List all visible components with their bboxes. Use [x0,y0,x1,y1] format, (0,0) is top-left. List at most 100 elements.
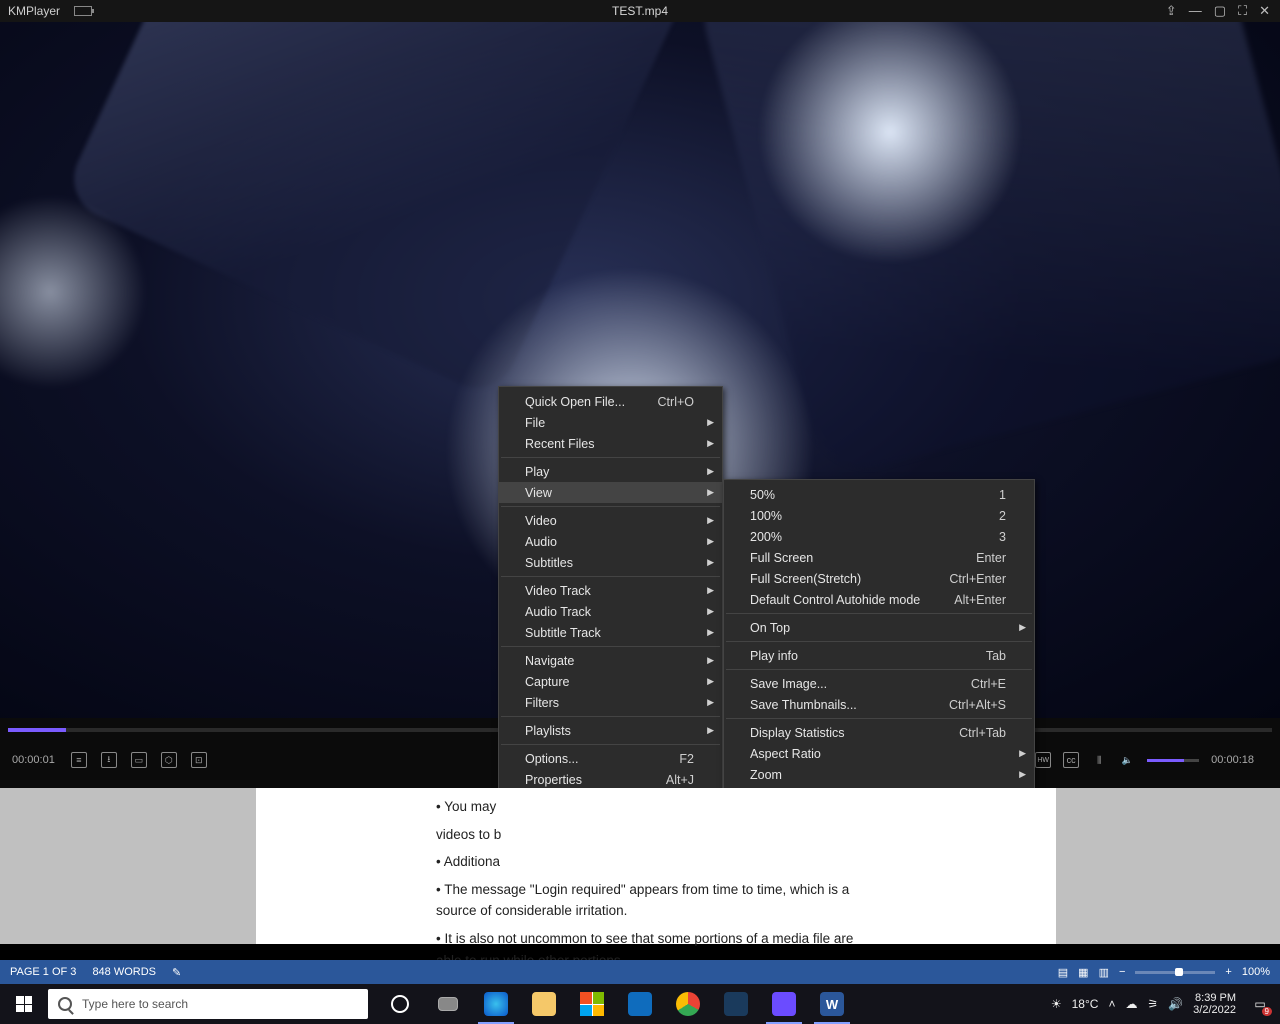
context-menu-item-options[interactable]: Options...F2 [499,748,722,769]
taskbar-chrome[interactable] [664,984,712,1024]
taskbar-store[interactable] [568,984,616,1024]
tray-expand-icon[interactable]: ˄ [1108,997,1115,1011]
cortana-icon[interactable] [376,984,424,1024]
snapshot-icon[interactable]: ⊡ [191,752,207,768]
view-submenu-item-save-image[interactable]: Save Image... Ctrl+E [724,673,1034,694]
maximize-button[interactable]: ▢ [1214,3,1226,19]
download-icon[interactable]: ⭳ [101,752,117,768]
menu-item-label: Play info [750,649,958,663]
taskbar-app-1[interactable] [712,984,760,1024]
submenu-arrow-icon: ▶ [707,627,714,638]
weather-icon[interactable]: ☀ [1051,997,1062,1011]
submenu-arrow-icon: ▶ [707,438,714,449]
taskbar-kmplayer[interactable] [760,984,808,1024]
menu-separator [501,646,720,647]
current-time: 00:00:01 [12,754,55,766]
menu-item-label: Save Image... [750,677,943,691]
zoom-out-button[interactable]: − [1119,966,1125,978]
zoom-in-button[interactable]: + [1225,966,1231,978]
view-submenu-item-display-statistics[interactable]: Display Statistics Ctrl+Tab [724,722,1034,743]
context-menu-item-navigate[interactable]: Navigate▶ [499,650,722,671]
view-submenu-item-aspect-ratio[interactable]: Aspect Ratio▶ [724,743,1034,764]
vr-icon[interactable]: ▭ [131,752,147,768]
context-menu-item-capture[interactable]: Capture▶ [499,671,722,692]
view-submenu-item-full-screen-stretch[interactable]: Full Screen(Stretch)Ctrl+Enter [724,568,1034,589]
context-menu-item-video[interactable]: Video▶ [499,510,722,531]
start-button[interactable] [0,984,48,1024]
menu-item-shortcut: Ctrl+Alt+S [949,698,1006,712]
word-count[interactable]: 848 WORDS [92,966,156,978]
wifi-icon[interactable]: ⚞ [1147,997,1158,1011]
taskbar-clock[interactable]: 8:39 PM 3/2/2022 [1193,992,1236,1016]
view-submenu-item-default-control-autohide-mode[interactable]: Default Control Autohide modeAlt+Enter [724,589,1034,610]
context-menu-item-video-track[interactable]: Video Track▶ [499,580,722,601]
codec-icon[interactable]: ⬡ [161,752,177,768]
word-status-bar: PAGE 1 OF 3 848 WORDS ✎ ▤ ▦ ▥ − + 100% [0,960,1280,984]
view-submenu-item-100[interactable]: 100%2 [724,505,1034,526]
context-menu-item-play[interactable]: Play▶ [499,461,722,482]
context-menu-item-quick-open-file[interactable]: Quick Open File...Ctrl+O [499,391,722,412]
taskbar-mail[interactable] [616,984,664,1024]
menu-item-label: Quick Open File... [525,395,630,409]
playlist-icon[interactable]: ≡ [71,752,87,768]
view-submenu-item-on-top[interactable]: On Top▶ [724,617,1034,638]
pin-icon[interactable]: ⇪ [1166,3,1177,19]
menu-item-label: Display Statistics [750,726,931,740]
view-submenu-item-full-screen[interactable]: Full ScreenEnter [724,547,1034,568]
menu-item-shortcut: Ctrl+E [971,677,1006,691]
web-layout-icon[interactable]: ▥ [1099,966,1109,979]
page-count[interactable]: PAGE 1 OF 3 [10,966,76,978]
windows-taskbar: Type here to search W ☀ 18°C ˄ ☁ ⚞ 🔊 8:3… [0,984,1280,1024]
taskbar-edge[interactable] [472,984,520,1024]
word-page: • You may videos to b • Additiona • The … [256,788,1056,944]
read-mode-icon[interactable]: ▤ [1058,966,1068,979]
spellcheck-icon[interactable]: ✎ [172,966,181,979]
menu-item-label: Full Screen [750,551,948,565]
submenu-arrow-icon: ▶ [707,606,714,617]
context-menu-item-file[interactable]: File▶ [499,412,722,433]
mute-icon[interactable]: 🔈 [1119,752,1135,768]
menu-item-label: Properties [525,773,638,787]
menu-item-shortcut: Ctrl+Tab [959,726,1006,740]
menu-separator [726,718,1032,719]
view-submenu-item-200[interactable]: 200%3 [724,526,1034,547]
context-menu-item-audio-track[interactable]: Audio Track▶ [499,601,722,622]
context-menu-item-properties[interactable]: PropertiesAlt+J [499,769,722,790]
fullscreen-button[interactable]: ⛶ [1238,3,1247,19]
context-menu-item-playlists[interactable]: Playlists▶ [499,720,722,741]
notifications-icon[interactable]: ▭9 [1246,990,1274,1018]
taskbar-word[interactable]: W [808,984,856,1024]
menu-item-label: Options... [525,752,651,766]
taskbar-search[interactable]: Type here to search [48,989,368,1019]
zoom-level[interactable]: 100% [1242,966,1270,978]
submenu-arrow-icon: ▶ [707,676,714,687]
view-submenu-item-save-thumbnails[interactable]: Save Thumbnails...Ctrl+Alt+S [724,694,1034,715]
context-menu-item-subtitle-track[interactable]: Subtitle Track▶ [499,622,722,643]
menu-item-label: Default Control Autohide mode [750,593,926,607]
context-menu-item-subtitles[interactable]: Subtitles▶ [499,552,722,573]
view-submenu-item-50[interactable]: 50%1 [724,484,1034,505]
view-submenu-item-zoom[interactable]: Zoom▶ [724,764,1034,785]
print-layout-icon[interactable]: ▦ [1078,966,1088,979]
eq-icon[interactable]: ⫼ [1091,752,1107,768]
minimize-button[interactable]: — [1189,3,1202,19]
context-menu-item-view[interactable]: View▶ [499,482,722,503]
sound-icon[interactable]: 🔊 [1168,997,1183,1011]
context-menu-item-audio[interactable]: Audio▶ [499,531,722,552]
context-menu-item-filters[interactable]: Filters▶ [499,692,722,713]
onedrive-icon[interactable]: ☁ [1125,997,1137,1011]
zoom-slider[interactable] [1135,971,1215,974]
taskbar-explorer[interactable] [520,984,568,1024]
menu-item-shortcut: 1 [999,488,1006,502]
context-menu-item-recent-files[interactable]: Recent Files▶ [499,433,722,454]
subtitle-icon[interactable]: cc [1063,752,1079,768]
view-submenu-item-play-info[interactable]: Play infoTab [724,645,1034,666]
close-button[interactable]: ✕ [1259,3,1270,19]
submenu-arrow-icon: ▶ [1019,769,1026,780]
weather-temp[interactable]: 18°C [1072,997,1099,1011]
volume-slider[interactable] [1147,759,1199,762]
menu-separator [501,457,720,458]
hw-icon[interactable]: HW [1035,752,1051,768]
task-view-icon[interactable] [424,984,472,1024]
submenu-arrow-icon: ▶ [1019,622,1026,633]
